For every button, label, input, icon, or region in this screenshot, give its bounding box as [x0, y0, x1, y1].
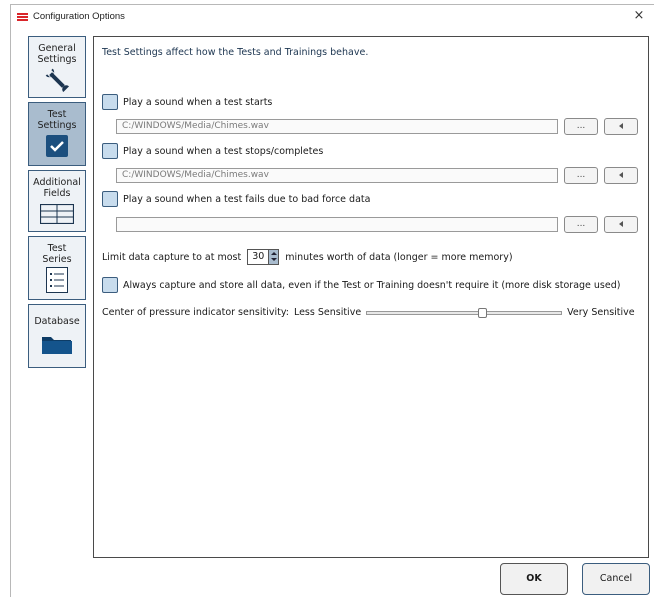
- stop-sound-label: Play a sound when a test stops/completes: [123, 145, 324, 157]
- data-limit-value[interactable]: 30: [248, 250, 268, 264]
- sidebar-item-general-settings[interactable]: General Settings: [28, 36, 86, 98]
- sidebar-item-label: Additional Fields: [33, 177, 81, 199]
- data-limit-prefix: Limit data capture to at most: [102, 251, 242, 263]
- play-icon: [619, 122, 623, 129]
- stop-sound-checkbox[interactable]: [102, 143, 118, 159]
- always-capture-checkbox[interactable]: [102, 277, 118, 293]
- folder-icon: [29, 327, 85, 361]
- sensitivity-row: Center of pressure indicator sensitivity…: [102, 307, 644, 318]
- checkmark-icon: [29, 131, 85, 161]
- title-bar: Configuration Options ×: [11, 5, 654, 29]
- stop-sound-browse-button[interactable]: ...: [564, 167, 598, 184]
- close-button[interactable]: ×: [630, 7, 648, 25]
- sidebar-item-test-settings[interactable]: Test Settings: [28, 102, 86, 166]
- start-sound-path-field[interactable]: C:/WINDOWS/Media/Chimes.wav: [116, 119, 558, 134]
- sidebar-item-test-series[interactable]: Test Series: [28, 236, 86, 300]
- window-frame-left: [10, 4, 11, 597]
- start-sound-checkbox[interactable]: [102, 94, 118, 110]
- sidebar-item-additional-fields[interactable]: Additional Fields: [28, 170, 86, 232]
- sensitivity-high-label: Very Sensitive: [567, 307, 635, 318]
- spin-arrows-icon[interactable]: [268, 250, 279, 264]
- fail-sound-browse-button[interactable]: ...: [564, 216, 598, 233]
- play-icon: [619, 220, 623, 227]
- stop-sound-path-row: C:/WINDOWS/Media/Chimes.wav ...: [116, 167, 638, 184]
- sensitivity-slider-thumb[interactable]: [478, 307, 488, 318]
- start-sound-play-button[interactable]: [604, 118, 638, 135]
- sidebar-item-database[interactable]: Database: [28, 304, 86, 368]
- sensitivity-label: Center of pressure indicator sensitivity…: [102, 307, 289, 318]
- sensitivity-low-label: Less Sensitive: [293, 307, 362, 318]
- always-capture-label: Always capture and store all data, even …: [123, 279, 621, 291]
- fail-sound-path-field[interactable]: [116, 217, 558, 232]
- fail-sound-play-button[interactable]: [604, 216, 638, 233]
- data-limit-row: Limit data capture to at most 30 minutes…: [102, 249, 513, 265]
- fail-sound-path-row: ...: [116, 216, 638, 233]
- fail-sound-checkbox-row[interactable]: Play a sound when a test fails due to ba…: [102, 191, 370, 207]
- window-title: Configuration Options: [33, 11, 125, 22]
- data-limit-suffix: minutes worth of data (longer = more mem…: [285, 251, 513, 263]
- list-icon: [29, 265, 85, 295]
- stop-sound-play-button[interactable]: [604, 167, 638, 184]
- table-grid-icon: [29, 199, 85, 229]
- sidebar-item-label: Test Series: [42, 243, 72, 265]
- sidebar: General Settings Test Settings Additional F…: [28, 36, 86, 372]
- start-sound-label: Play a sound when a test starts: [123, 96, 273, 108]
- panel-description: Test Settings affect how the Tests and T…: [102, 47, 369, 58]
- start-sound-browse-button[interactable]: ...: [564, 118, 598, 135]
- stop-sound-path-field[interactable]: C:/WINDOWS/Media/Chimes.wav: [116, 168, 558, 183]
- start-sound-path-row: C:/WINDOWS/Media/Chimes.wav ...: [116, 118, 638, 135]
- sidebar-item-label: General Settings: [37, 43, 77, 65]
- stop-sound-checkbox-row[interactable]: Play a sound when a test stops/completes: [102, 143, 323, 159]
- settings-panel: Test Settings affect how the Tests and T…: [93, 36, 649, 558]
- app-icon: [17, 13, 28, 21]
- fail-sound-checkbox[interactable]: [102, 191, 118, 207]
- fail-sound-label: Play a sound when a test fails due to ba…: [123, 193, 371, 205]
- cancel-button[interactable]: Cancel: [582, 563, 650, 595]
- data-limit-spinbox[interactable]: 30: [247, 249, 280, 265]
- sidebar-item-label: Database: [34, 316, 80, 327]
- start-sound-checkbox-row[interactable]: Play a sound when a test starts: [102, 94, 272, 110]
- sensitivity-slider[interactable]: [366, 307, 563, 318]
- play-icon: [619, 171, 623, 178]
- always-capture-checkbox-row[interactable]: Always capture and store all data, even …: [102, 277, 620, 293]
- ok-button[interactable]: OK: [500, 563, 568, 595]
- sidebar-item-label: Test Settings: [37, 109, 77, 131]
- wrench-icon: [29, 65, 85, 95]
